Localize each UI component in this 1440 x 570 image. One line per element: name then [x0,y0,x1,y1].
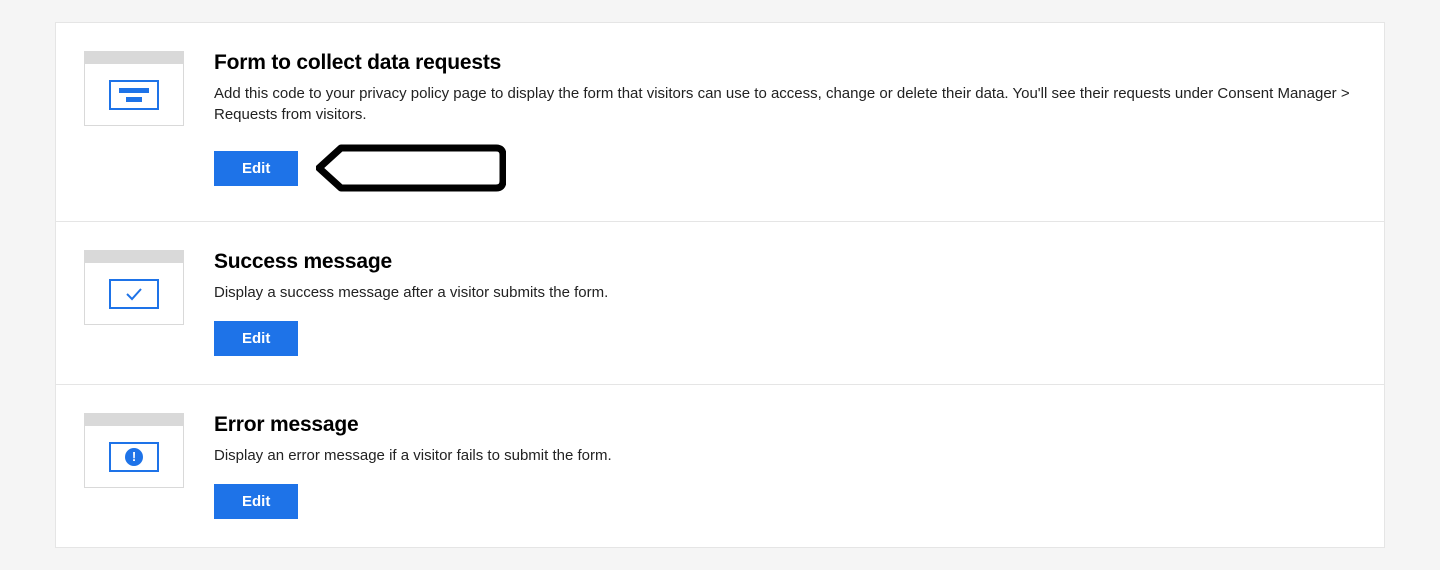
form-icon [109,80,159,110]
section-title: Success message [214,250,1356,274]
section-title: Form to collect data requests [214,51,1356,75]
thumbnail-form [84,51,184,126]
section-title: Error message [214,413,1356,437]
section-error-message: ! Error message Display an error message… [56,385,1384,547]
error-icon: ! [109,442,159,472]
settings-panel: Form to collect data requests Add this c… [55,22,1385,548]
edit-button[interactable]: Edit [214,484,298,519]
section-description: Display a success message after a visito… [214,282,1356,303]
edit-button[interactable]: Edit [214,151,298,186]
thumbnail-error: ! [84,413,184,488]
section-content: Form to collect data requests Add this c… [214,51,1356,193]
check-icon [109,279,159,309]
edit-button[interactable]: Edit [214,321,298,356]
tag-annotation-icon [316,143,506,193]
section-description: Add this code to your privacy policy pag… [214,83,1356,125]
section-success-message: Success message Display a success messag… [56,222,1384,385]
section-content: Success message Display a success messag… [214,250,1356,356]
section-form-collect: Form to collect data requests Add this c… [56,23,1384,222]
thumbnail-success [84,250,184,325]
section-description: Display an error message if a visitor fa… [214,445,1356,466]
section-content: Error message Display an error message i… [214,413,1356,519]
